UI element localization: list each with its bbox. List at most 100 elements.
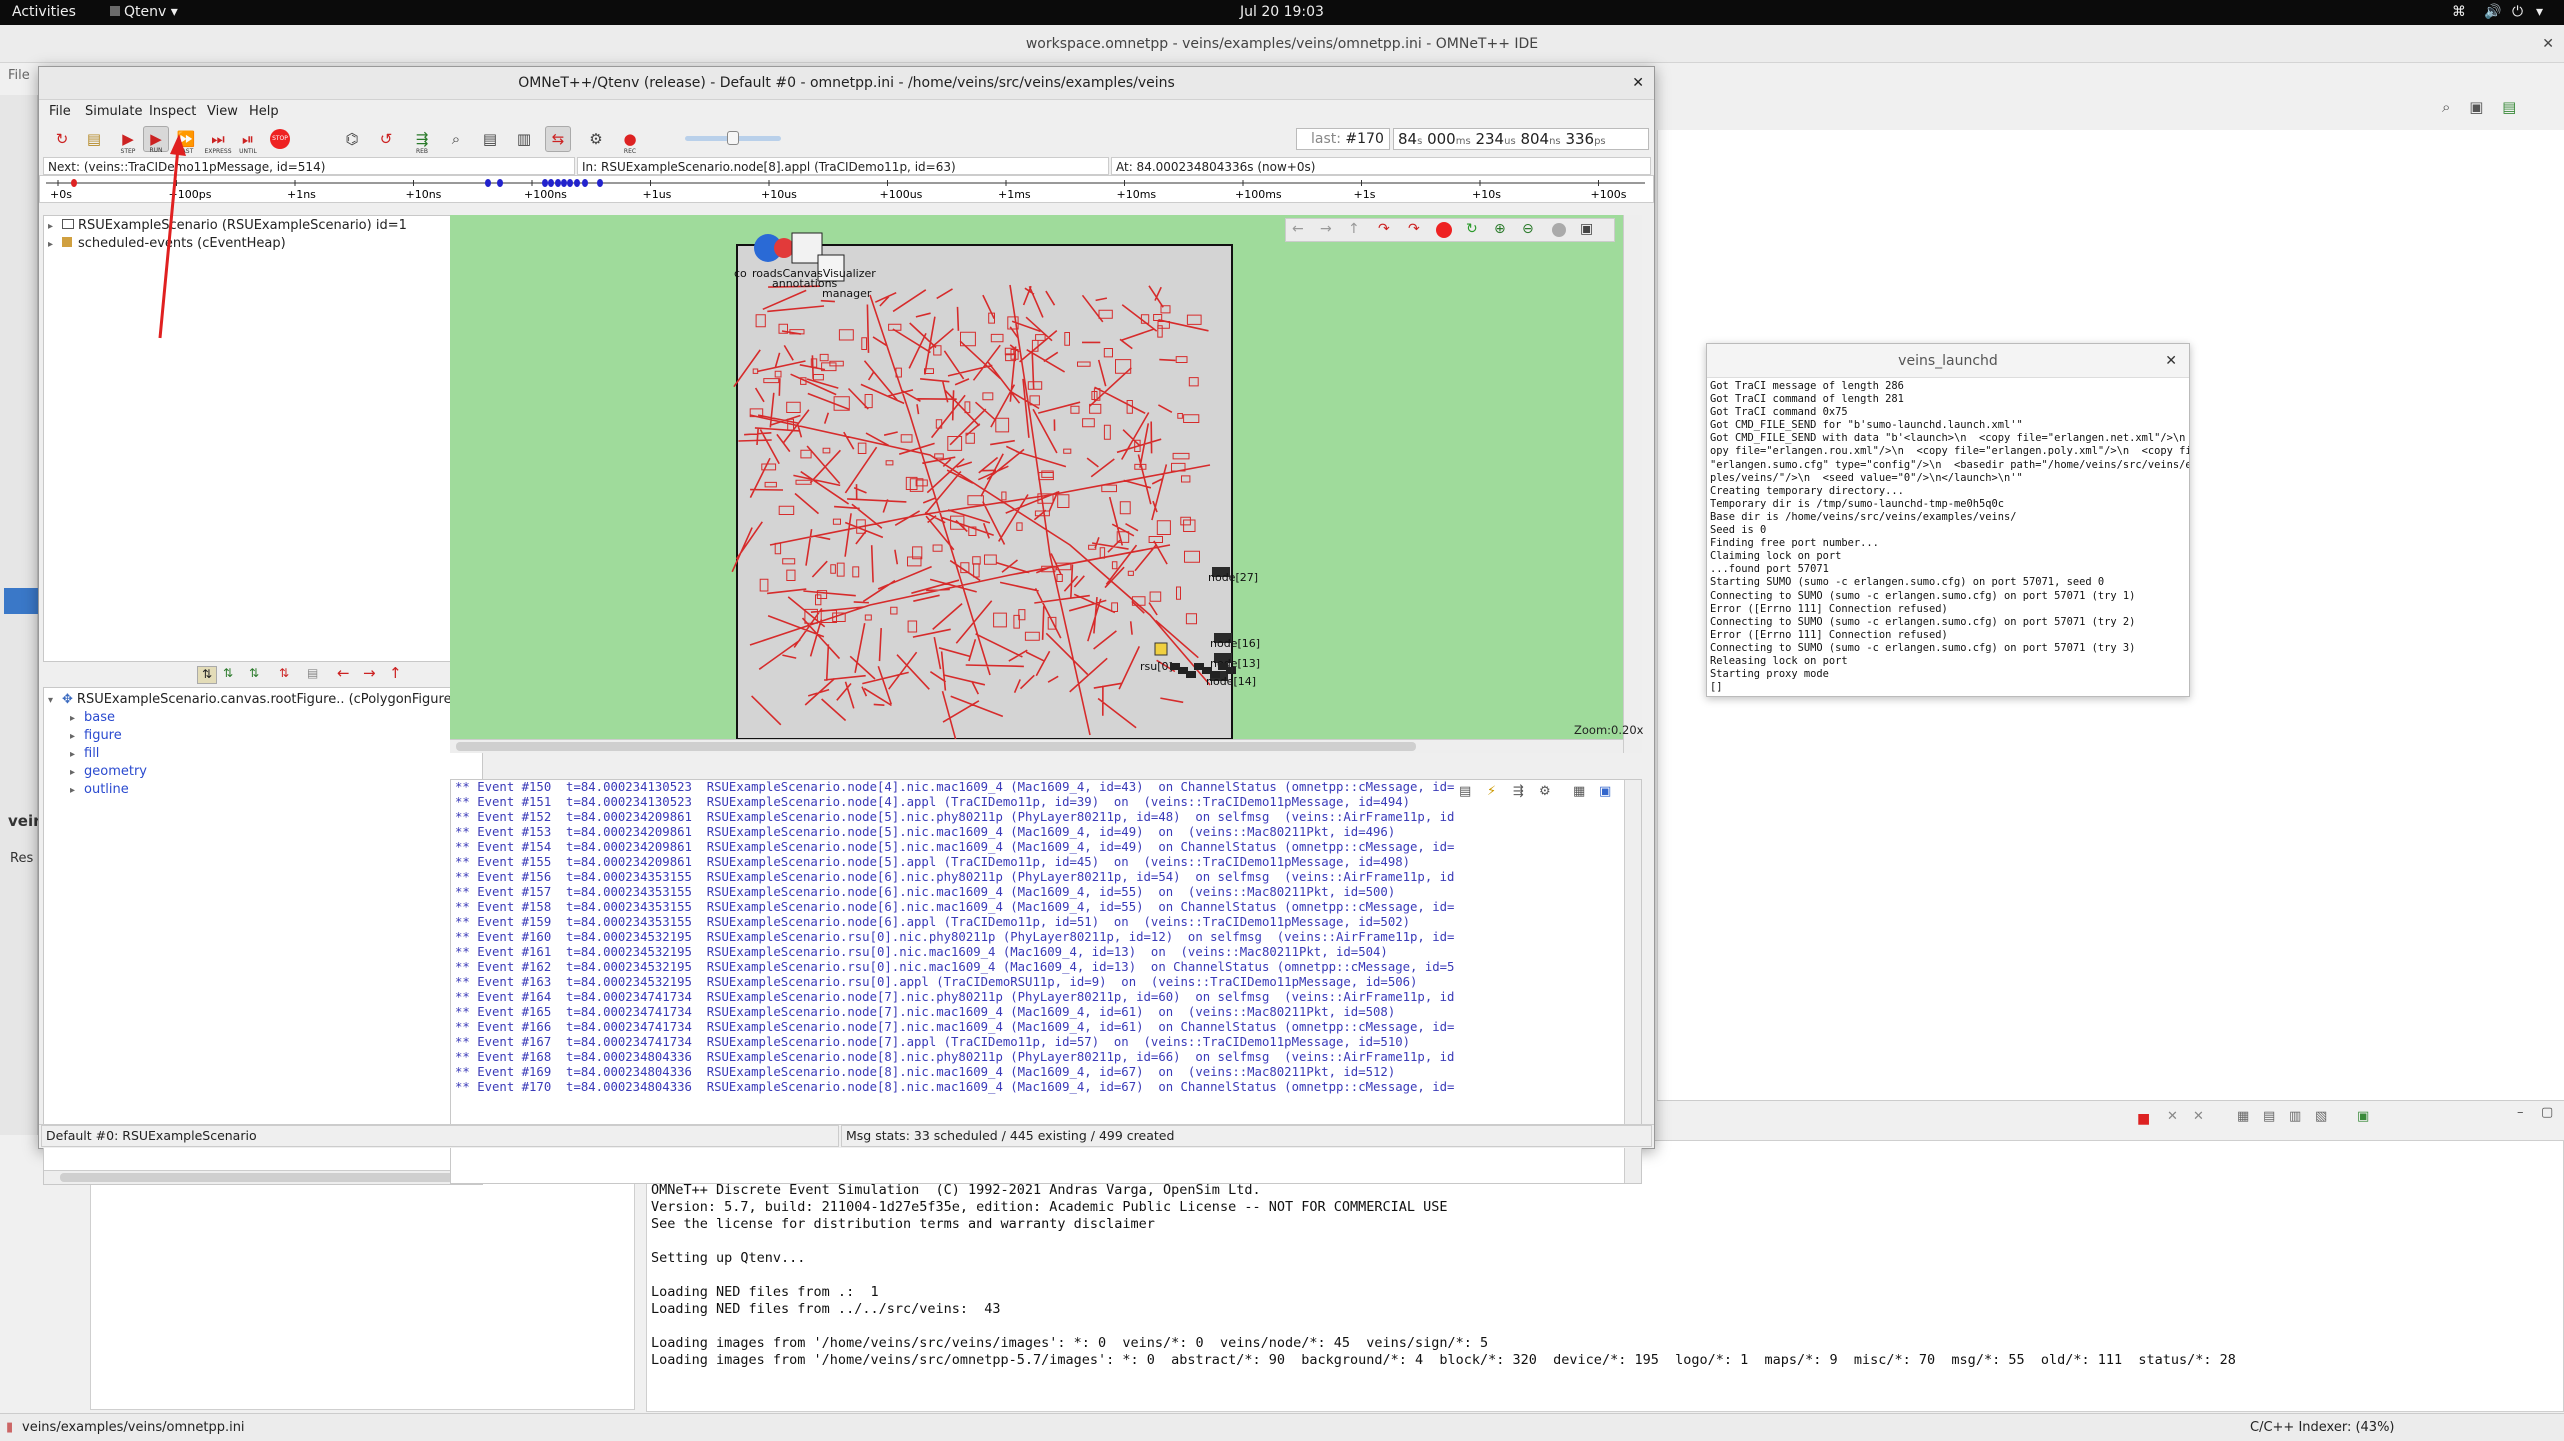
menu-help[interactable]: Help (249, 104, 279, 119)
launchd-window[interactable]: veins_launchd ✕ Got TraCI message of leng… (1706, 343, 2190, 697)
event-log-lines[interactable]: ** Event #150 t=84.000234130523 RSUExamp… (455, 780, 1455, 1180)
scrollbar-thumb[interactable] (456, 742, 1416, 751)
timeline-event-marker[interactable] (497, 179, 503, 187)
menu-inspect[interactable]: Inspect (149, 104, 196, 119)
expand-icon[interactable]: ▸ (70, 767, 84, 778)
omnet-perspective-icon[interactable]: ▤ (2502, 98, 2516, 116)
ide-selected-row[interactable] (4, 588, 38, 614)
tree-item-network[interactable]: ▸ RSUExampleScenario (RSUExampleScenario)… (48, 218, 407, 233)
timeline-event-marker[interactable] (71, 179, 77, 187)
expand-icon[interactable]: ▸ (48, 239, 62, 250)
property-inspector[interactable]: ▾ ✥ RSUExampleScenario.canvas.rootFigure..… (43, 687, 483, 1185)
rebuild-icon[interactable]: ↺ (373, 126, 399, 152)
scroll-lock-icon[interactable]: ▤ (2263, 1109, 2275, 1124)
find-icon[interactable]: ▤ (1459, 784, 1471, 799)
car-icon[interactable] (1186, 671, 1196, 678)
timeline-event-marker[interactable] (555, 179, 561, 187)
prop-field[interactable]: ▸ figure (70, 728, 122, 743)
volume-icon[interactable]: 🔊 (2484, 4, 2501, 20)
power-icon[interactable]: ⏻ (2512, 4, 2523, 20)
inheritance-mode-icon[interactable]: ⇅ (279, 666, 289, 680)
log-mode-icon[interactable]: ▣ (1599, 784, 1611, 799)
forward-icon[interactable]: → (363, 664, 376, 682)
menu-simulate[interactable]: Simulate (85, 104, 142, 119)
stop-icon[interactable] (1436, 222, 1452, 238)
expand-icon[interactable]: ▸ (70, 785, 84, 796)
minimize-icon[interactable]: – (2517, 1105, 2524, 1120)
filter-icon[interactable]: ⚡ (1487, 784, 1496, 799)
parent-icon[interactable]: ↑ (1348, 221, 1360, 237)
flat-mode-icon[interactable]: ⇅ (249, 666, 259, 680)
app-menu[interactable]: Qtenv ▾ (110, 4, 178, 20)
until-button[interactable]: ⏯ UNTIL (235, 126, 261, 155)
close-icon[interactable]: ✕ (2165, 344, 2177, 378)
expand-icon[interactable]: ▸ (48, 221, 62, 232)
activities-button[interactable]: Activities (12, 4, 76, 20)
rsu-icon[interactable] (1154, 642, 1168, 656)
relayout-icon[interactable]: ↻ (1466, 221, 1478, 237)
slider-handle[interactable] (727, 131, 739, 145)
world-utility-icon[interactable] (774, 238, 794, 258)
new-run-icon[interactable]: ↻ (49, 126, 75, 152)
ide-tab-fragment[interactable]: Res (10, 851, 33, 866)
pin-icon[interactable]: ▧ (2315, 1109, 2327, 1124)
close-icon[interactable]: ✕ (2542, 25, 2554, 63)
express-button[interactable]: ⏭ EXPRESS (204, 126, 231, 155)
remove-all-icon[interactable]: ✕ (2193, 1109, 2204, 1124)
animation-icon[interactable] (1552, 223, 1566, 237)
menu-file[interactable]: File (49, 104, 71, 119)
zoom-out-icon[interactable]: ⊖ (1522, 221, 1534, 237)
object-tree[interactable]: ▸ RSUExampleScenario (RSUExampleScenario)… (43, 215, 483, 662)
go-to-object-icon[interactable]: ⇅ (197, 666, 217, 684)
timeline-event-marker[interactable] (567, 179, 573, 187)
launchd-log[interactable]: Got TraCI message of length 286 Got TraCI… (1707, 378, 2189, 696)
timeline-event-marker[interactable] (542, 179, 548, 187)
timeline-event-marker[interactable] (548, 179, 554, 187)
horizontal-scrollbar[interactable] (450, 739, 1623, 753)
vertical-scrollbar[interactable] (1624, 780, 1641, 1183)
car-icon[interactable] (1210, 671, 1220, 678)
prop-field[interactable]: ▸ outline (70, 782, 129, 797)
timeline-event-marker[interactable] (582, 179, 588, 187)
menu-view[interactable]: View (207, 104, 238, 119)
remove-launch-icon[interactable]: ✕ (2167, 1109, 2178, 1124)
record-button[interactable]: ● REC (617, 126, 643, 155)
expand-icon[interactable]: ▸ (70, 731, 84, 742)
prop-field[interactable]: ▸ base (70, 710, 115, 725)
maximize-icon[interactable]: ▢ (2541, 1105, 2553, 1120)
clock[interactable]: Jul 20 19:03 (1240, 4, 1324, 20)
back-icon[interactable]: ← (337, 664, 350, 682)
collapse-icon[interactable]: ▾ (48, 695, 62, 706)
message-mode-icon[interactable]: ▦ (1573, 784, 1585, 799)
ide-menu-file[interactable]: File (8, 68, 30, 83)
step-button[interactable]: ▶ STEP (115, 126, 141, 155)
gear-icon[interactable]: ⚙ (1539, 784, 1551, 799)
forward-icon[interactable]: → (1320, 221, 1332, 237)
timeline-event-marker[interactable] (597, 179, 603, 187)
group-mode-icon[interactable]: ▤ (307, 666, 318, 680)
expand-icon[interactable]: ▸ (70, 749, 84, 760)
stop-button[interactable]: STOP (267, 126, 293, 152)
animation-speed-slider[interactable] (685, 131, 781, 145)
timeline-event-marker[interactable] (485, 179, 491, 187)
prop-field[interactable]: ▸ geometry (70, 764, 147, 779)
run-local-icon[interactable]: ↷ (1408, 221, 1420, 237)
search-icon[interactable]: ⌕ (443, 126, 469, 152)
children-mode-icon[interactable]: ⇅ (223, 666, 233, 680)
timeline-event-marker[interactable] (574, 179, 580, 187)
terminate-icon[interactable]: ■ (2137, 1111, 2150, 1127)
find-objects-icon[interactable]: ⌬ (339, 126, 365, 152)
layout-horizontal-icon[interactable]: ▤ (477, 126, 503, 152)
perspective-icon[interactable]: ▣ (2469, 98, 2483, 116)
prop-field[interactable]: ▸ fill (70, 746, 99, 761)
parent-icon[interactable]: ↑ (389, 664, 402, 682)
scrollbar-thumb[interactable] (60, 1173, 468, 1182)
prop-root[interactable]: ▾ ✥ RSUExampleScenario.canvas.rootFigure..… (48, 692, 457, 707)
word-wrap-icon[interactable]: ▥ (2289, 1109, 2301, 1124)
timeline-toggle-icon[interactable]: ⇆ (545, 126, 571, 152)
console-icon[interactable]: ▦ (2237, 1109, 2249, 1124)
filter-modules-icon[interactable]: ⇶ (1513, 784, 1524, 799)
close-icon[interactable]: ✕ (1632, 67, 1644, 100)
zoom-in-icon[interactable]: ⊕ (1494, 221, 1506, 237)
car-icon[interactable] (1226, 667, 1236, 674)
